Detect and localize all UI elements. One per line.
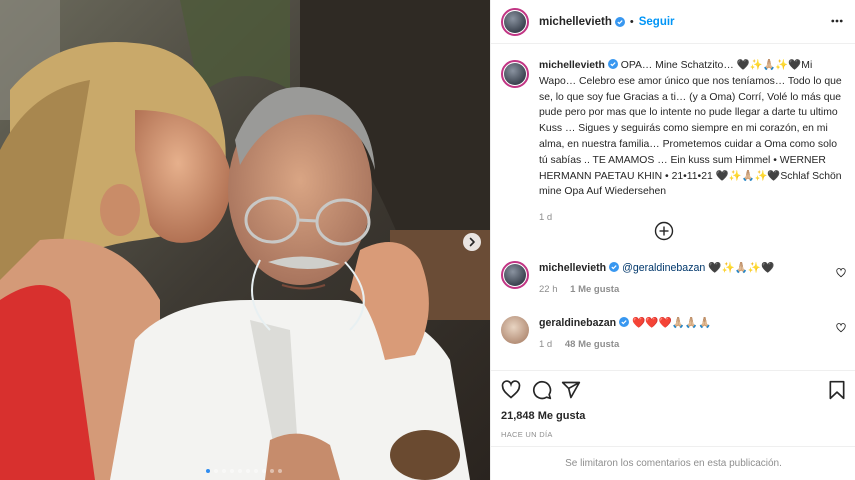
post-time-ago: HACE UN DÍA <box>501 430 553 439</box>
carousel-dot <box>246 469 250 473</box>
comment-like-heart-icon[interactable] <box>836 268 846 278</box>
commenter-avatar[interactable] <box>501 261 529 289</box>
carousel-dot <box>230 469 234 473</box>
caption-text: michellevieth OPA… Mine Schatzito… 🖤✨🙏🏼✨… <box>539 58 844 200</box>
comment-likes[interactable]: 48 Me gusta <box>565 339 619 350</box>
verified-badge-icon <box>609 262 620 272</box>
post-caption: michellevieth OPA… Mine Schatzito… 🖤✨🙏🏼✨… <box>491 58 855 223</box>
comment-likes[interactable]: 1 Me gusta <box>570 284 619 295</box>
comment-item: geraldinebazan ❤️❤️❤️🙏🏼🙏🏼🙏🏼 1 d 48 Me gu… <box>491 314 855 350</box>
commenter-avatar[interactable] <box>501 316 529 344</box>
like-count[interactable]: 21,848 Me gusta <box>501 410 585 422</box>
carousel-dot <box>214 469 218 473</box>
header-separator: • <box>629 15 634 28</box>
comment-username[interactable]: michellevieth <box>539 262 606 274</box>
comment-meta: 1 d 48 Me gusta <box>539 339 844 350</box>
comment-meta: 22 h 1 Me gusta <box>539 284 844 295</box>
plus-circle-icon[interactable] <box>654 221 674 241</box>
follow-button[interactable]: Seguir <box>639 16 675 28</box>
carousel-dot <box>262 469 266 473</box>
bookmark-icon[interactable] <box>828 380 846 400</box>
carousel-indicator <box>206 469 282 473</box>
carousel-dot <box>278 469 282 473</box>
caption-avatar[interactable] <box>501 60 529 88</box>
comments-disabled-notice: Se limitaron los comentarios en esta pub… <box>491 446 855 480</box>
carousel-dot <box>254 469 258 473</box>
carousel-dot <box>238 469 242 473</box>
comment-age: 1 d <box>539 339 553 350</box>
comment-body: ❤️❤️❤️🙏🏼🙏🏼🙏🏼 <box>632 317 712 329</box>
heart-icon[interactable] <box>501 380 521 400</box>
comment-mention[interactable]: @geraldinebazan <box>622 262 705 274</box>
comment-age: 22 h <box>539 284 558 295</box>
comment-like-heart-icon[interactable] <box>836 323 846 333</box>
comment-body: 🖤✨🙏🏼✨🖤 <box>708 262 775 274</box>
comments-disabled-text: Se limitaron los comentarios en esta pub… <box>565 458 782 469</box>
verified-badge-icon <box>607 59 618 69</box>
more-options-icon[interactable] <box>831 15 843 27</box>
comment-item: michellevieth @geraldinebazan 🖤✨🙏🏼✨🖤 22 … <box>491 259 855 295</box>
comment-text: geraldinebazan ❤️❤️❤️🙏🏼🙏🏼🙏🏼 <box>539 314 844 330</box>
comment-text: michellevieth @geraldinebazan 🖤✨🙏🏼✨🖤 <box>539 259 844 275</box>
action-bar <box>491 370 855 406</box>
carousel-dot <box>222 469 226 473</box>
author-avatar[interactable] <box>501 7 529 36</box>
carousel-dot <box>206 469 210 473</box>
carousel-dot <box>270 469 274 473</box>
comment-bubble-icon[interactable] <box>532 380 552 400</box>
paper-plane-icon[interactable] <box>561 380 581 400</box>
comments-section[interactable]: michellevieth OPA… Mine Schatzito… 🖤✨🙏🏼✨… <box>491 44 855 370</box>
verified-badge-icon <box>614 16 625 27</box>
chevron-right-icon <box>469 237 475 247</box>
author-username[interactable]: michellevieth <box>539 16 612 28</box>
verified-badge-icon <box>619 317 630 327</box>
caption-age: 1 d <box>539 212 553 224</box>
post-photo[interactable] <box>0 0 490 480</box>
comment-username[interactable]: geraldinebazan <box>539 317 616 329</box>
caption-username[interactable]: michellevieth <box>539 60 605 71</box>
post-header: michellevieth • Seguir <box>491 0 855 44</box>
instagram-post: michellevieth • Seguir michellevieth OPA… <box>0 0 855 480</box>
photo-illustration <box>0 0 490 480</box>
post-side-panel: michellevieth • Seguir michellevieth OPA… <box>490 0 855 480</box>
carousel-next-button[interactable] <box>463 233 481 251</box>
caption-body: OPA… Mine Schatzito… 🖤✨🙏🏼✨🖤Mi Wapo… Cele… <box>539 60 842 198</box>
